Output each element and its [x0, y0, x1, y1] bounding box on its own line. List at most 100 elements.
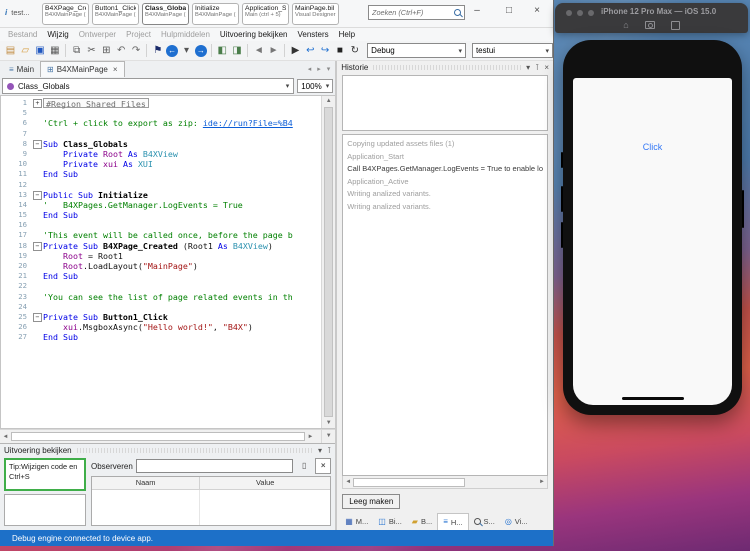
tab-scroll-arrows[interactable]: ◂ ▸ ▾ — [308, 65, 332, 73]
navigate-forward-icon[interactable]: → — [195, 45, 207, 57]
quick-tab-mainpage-bil[interactable]: MainPage.bilVisual Designer ( — [292, 3, 339, 25]
minimize-button[interactable]: – — [466, 2, 488, 20]
dock-tab-bi[interactable]: ◫Bi... — [373, 513, 406, 530]
simulator-window-titlebar[interactable]: iPhone 12 Pro Max — iOS 15.0 ⌂ — [555, 3, 748, 33]
restart-icon[interactable]: ↻ — [348, 44, 361, 58]
clear-logs-button[interactable]: Leeg maken — [342, 494, 400, 509]
back-history-dropdown-icon[interactable]: ▾ — [180, 44, 193, 58]
collapse-region-icon[interactable]: − — [33, 140, 42, 149]
copy-icon[interactable]: ⧉ — [70, 44, 83, 58]
scrollbar-thumb[interactable] — [353, 478, 465, 487]
menu-vensters[interactable]: Vensters — [292, 30, 333, 39]
minimize-window-icon[interactable] — [577, 10, 583, 16]
member-selector-dropdown[interactable]: Class_Globals ▾ — [2, 78, 294, 94]
cut-icon[interactable]: ✂ — [85, 44, 98, 58]
menu-ontwerper[interactable]: Ontwerper — [74, 30, 121, 39]
menu-bestand[interactable]: Bestand — [3, 30, 42, 39]
close-panel-icon[interactable]: × — [544, 63, 549, 73]
zoom-window-icon[interactable] — [588, 10, 594, 16]
delete-watch-icon[interactable]: ▯ — [296, 458, 312, 474]
dock-tab-b[interactable]: ▰B... — [407, 513, 437, 530]
column-naam[interactable]: Naam — [92, 477, 200, 489]
collapse-region-icon[interactable]: − — [33, 191, 42, 200]
observe-input[interactable] — [136, 459, 293, 473]
close-window-button[interactable]: × — [526, 2, 548, 20]
scroll-right-icon[interactable]: ► — [305, 434, 316, 440]
scroll-down-icon[interactable]: ▼ — [326, 418, 332, 428]
editor-vertical-scrollbar[interactable]: ▲ ▼ — [321, 96, 335, 428]
pin-icon[interactable]: ⊺ — [535, 63, 539, 73]
column-value[interactable]: Value — [200, 477, 330, 489]
menu-project[interactable]: Project — [121, 30, 156, 39]
menu-uitvoering-bekijken[interactable]: Uitvoering bekijken — [215, 30, 293, 39]
scroll-right-icon[interactable]: ► — [537, 479, 547, 485]
scroll-left-icon[interactable]: ◄ — [0, 434, 11, 440]
log-filter-box[interactable] — [342, 75, 548, 131]
dock-tab-s[interactable]: S... — [469, 513, 500, 530]
target-device-select[interactable]: testui▾ — [472, 43, 553, 58]
run-icon[interactable]: ▶ — [289, 44, 302, 58]
quick-tab-subtitle: B4XMainPage ( — [145, 12, 186, 18]
collapse-region-icon[interactable]: − — [33, 242, 42, 251]
undo-icon[interactable]: ↶ — [115, 44, 128, 58]
panel-options-icon[interactable]: ▾ — [318, 446, 322, 456]
new-file-icon[interactable]: ▤ — [4, 44, 17, 58]
panel-drag-hatch[interactable] — [77, 448, 313, 453]
quick-tab-application-st[interactable]: Application_StMain (ctrl + 5) — [242, 3, 289, 25]
collapse-region-icon[interactable]: − — [33, 313, 42, 322]
build-configuration-select[interactable]: Debug▾ — [367, 43, 466, 58]
menu-wijzig[interactable]: Wijzig — [42, 30, 73, 39]
clear-watch-icon[interactable]: × — [315, 458, 331, 474]
close-window-icon[interactable] — [566, 10, 572, 16]
navigate-back-icon[interactable]: ← — [166, 45, 178, 57]
panel-drag-hatch[interactable] — [373, 65, 521, 70]
home-indicator[interactable] — [622, 397, 684, 400]
next-marker-icon[interactable]: ◨ — [231, 44, 244, 58]
menu-hulpmiddelen[interactable]: Hulpmiddelen — [156, 30, 215, 39]
click-button[interactable]: Click — [573, 142, 732, 152]
dock-tab-h[interactable]: ≡H... — [437, 513, 468, 530]
stop-icon[interactable]: ■ — [334, 44, 347, 58]
paste-icon[interactable]: ⊞ — [100, 44, 113, 58]
step-into-icon[interactable]: ↩ — [304, 44, 317, 58]
scroll-left-icon[interactable]: ◄ — [343, 479, 353, 485]
code-editor[interactable]: 1+#Region Shared Files56'Ctrl + click to… — [0, 95, 335, 429]
camera-icon[interactable] — [645, 21, 655, 29]
panel-options-icon[interactable]: ▾ — [526, 63, 530, 73]
quick-tab-initialize[interactable]: InitializeB4XMainPage ( — [192, 3, 239, 25]
scrollbar-thumb[interactable] — [11, 432, 305, 441]
code-token: ) — [248, 322, 253, 332]
bookmark-icon[interactable]: ⚑ — [151, 44, 164, 58]
save-icon[interactable]: ▣ — [34, 44, 47, 58]
tab-b4xmainpage[interactable]: ⊞ B4XMainPage × — [40, 61, 125, 77]
screenshot-icon[interactable] — [671, 21, 680, 30]
tab-main[interactable]: ≡ Main — [3, 62, 40, 77]
prev-marker-icon[interactable]: ◧ — [216, 44, 229, 58]
outdent-icon[interactable]: ◄ — [252, 44, 265, 58]
close-tab-icon[interactable]: × — [113, 65, 118, 74]
step-over-icon[interactable]: ↪ — [319, 44, 332, 58]
search-box[interactable]: Zoeken (Ctrl+F) — [368, 5, 465, 20]
indent-icon[interactable]: ► — [267, 44, 280, 58]
scroll-up-icon[interactable]: ▲ — [326, 96, 332, 106]
quick-tab-button1-click[interactable]: Button1_ClickB4XMainPage ( — [92, 3, 139, 25]
open-project-icon[interactable]: ▱ — [19, 44, 32, 58]
expand-region-icon[interactable]: + — [33, 99, 42, 108]
editor-horizontal-scrollbar[interactable]: ◄ ► ▼ — [0, 429, 335, 443]
scrollbar-thumb[interactable] — [324, 107, 333, 417]
line-number: 18 — [1, 241, 32, 251]
redo-icon[interactable]: ↷ — [130, 44, 143, 58]
home-icon[interactable]: ⌂ — [623, 20, 628, 30]
pin-icon[interactable]: ⊺ — [327, 446, 331, 456]
maximize-button[interactable]: □ — [498, 2, 520, 20]
log-output[interactable]: Copying updated assets files (1)Applicat… — [342, 134, 548, 476]
menu-help[interactable]: Help — [334, 30, 360, 39]
quick-tab-b4xpage-crea[interactable]: B4XPage_CreaB4XMainPage ( — [42, 3, 89, 25]
log-horizontal-scrollbar[interactable]: ◄ ► — [342, 476, 548, 489]
dock-tab-m[interactable]: ▦M... — [340, 513, 373, 530]
export-zip-icon[interactable]: ▦ — [48, 44, 61, 58]
line-number: 10 — [1, 159, 32, 169]
quick-tab-class-globals[interactable]: Class_GlobalsB4XMainPage ( — [142, 3, 189, 25]
editor-zoom-dropdown[interactable]: 100% ▾ — [297, 79, 333, 93]
dock-tab-vi[interactable]: ◎Vi... — [500, 513, 533, 530]
